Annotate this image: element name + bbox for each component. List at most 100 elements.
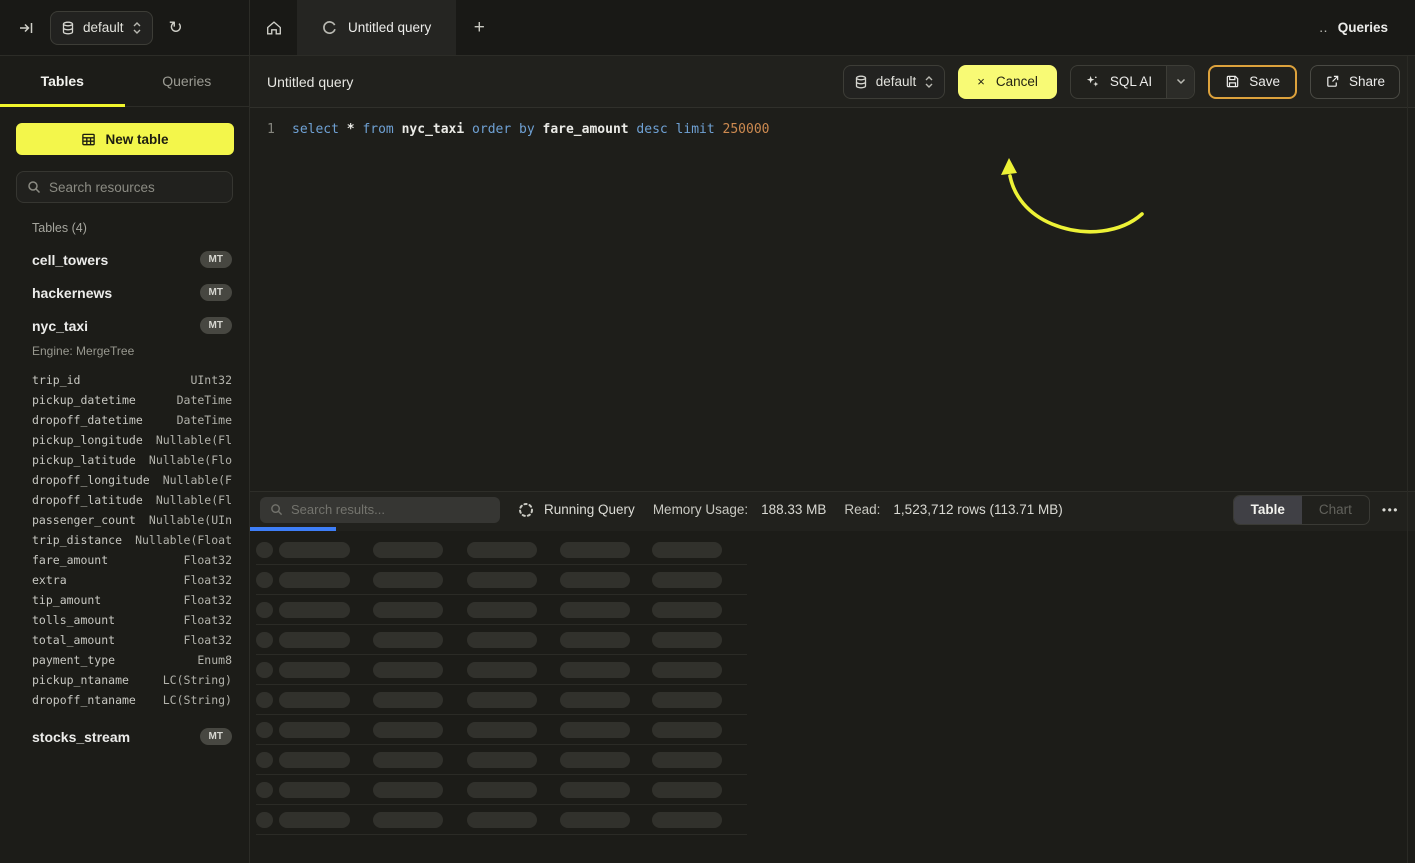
new-table-label: New table (105, 132, 168, 147)
column-row: dropoff_ntanameLC(String) (0, 690, 249, 710)
skeleton-cell (279, 752, 350, 768)
column-row: dropoff_latitudeNullable(Fl (0, 490, 249, 510)
query-title: Untitled query (267, 74, 353, 90)
skeleton-cell (279, 692, 350, 708)
skeleton-cell (652, 752, 722, 768)
table-item-stocks_stream[interactable]: stocks_streamMT (0, 720, 249, 753)
share-icon (1325, 74, 1340, 89)
column-row: passenger_countNullable(UIn (0, 510, 249, 530)
sidebar-search-input[interactable] (49, 180, 226, 195)
skeleton-cell (256, 782, 273, 798)
skeleton-cell (652, 692, 722, 708)
view-toggle-chart[interactable]: Chart (1302, 496, 1369, 524)
read-label: Read: (844, 502, 880, 517)
tab-untitled-query[interactable]: Untitled query (297, 0, 456, 55)
main-panel: Untitled query default × (250, 56, 1415, 863)
collapse-sidebar-button[interactable] (14, 16, 38, 40)
skeleton-cell (560, 812, 630, 828)
table-name: hackernews (32, 285, 112, 301)
skeleton-row (256, 655, 747, 685)
view-toggle-table[interactable]: Table (1234, 496, 1302, 524)
column-row: extraFloat32 (0, 570, 249, 590)
table-icon (81, 132, 96, 147)
skeleton-cell (652, 602, 722, 618)
queries-link[interactable]: ‥ Queries (1319, 0, 1415, 55)
skeleton-cell (256, 572, 273, 588)
column-type: Float32 (184, 553, 232, 567)
skeleton-cell (256, 542, 273, 558)
save-button[interactable]: Save (1208, 65, 1297, 99)
sql-ai-dropdown[interactable] (1166, 66, 1194, 98)
results-search-input[interactable] (291, 502, 490, 517)
skeleton-cell (279, 572, 350, 588)
sql-editor[interactable]: 1 select * from nyc_taxi order by fare_a… (250, 108, 1415, 491)
sidebar-tab-tables[interactable]: Tables (0, 56, 125, 106)
sql-token: 250000 (715, 122, 770, 137)
sidebar-tab-queries[interactable]: Queries (125, 56, 250, 106)
sidebar-tabs: Tables Queries (0, 56, 249, 107)
new-table-button[interactable]: New table (16, 123, 234, 155)
running-spinner-icon (518, 502, 534, 518)
code-line: 1 select * from nyc_taxi order by fare_a… (250, 108, 1415, 139)
results-search[interactable] (260, 497, 500, 523)
column-name: tolls_amount (32, 613, 115, 627)
queries-link-label: Queries (1338, 20, 1388, 35)
skeleton-row (256, 565, 747, 595)
loading-spinner-icon (322, 20, 337, 35)
table-item-nyc_taxi[interactable]: nyc_taxiMT (0, 309, 249, 342)
table-name: stocks_stream (32, 729, 130, 745)
save-label: Save (1249, 74, 1280, 89)
sql-ai-button[interactable]: SQL AI (1070, 65, 1195, 99)
sql-token: limit (668, 122, 715, 137)
sidebar-search[interactable] (16, 171, 233, 203)
table-item-cell_towers[interactable]: cell_towersMT (0, 243, 249, 276)
column-name: pickup_longitude (32, 433, 143, 447)
skeleton-cell (256, 752, 273, 768)
search-icon (270, 503, 283, 516)
sql-token: * (339, 122, 355, 137)
refresh-button[interactable]: ↻ (165, 14, 187, 42)
search-icon (27, 180, 41, 194)
column-row: pickup_datetimeDateTime (0, 390, 249, 410)
column-name: pickup_datetime (32, 393, 136, 407)
column-name: pickup_ntaname (32, 673, 129, 687)
skeleton-cell (652, 542, 722, 558)
share-button[interactable]: Share (1310, 65, 1400, 99)
column-row: dropoff_datetimeDateTime (0, 410, 249, 430)
sql-ai-main[interactable]: SQL AI (1071, 66, 1166, 98)
share-label: Share (1349, 74, 1385, 89)
refresh-icon: ↻ (169, 18, 183, 38)
table-name: cell_towers (32, 252, 108, 268)
new-tab-button[interactable]: + (456, 0, 502, 55)
home-button[interactable] (250, 0, 297, 55)
engine-badge: MT (200, 284, 232, 301)
column-type: Float32 (184, 593, 232, 607)
results-menu-button[interactable]: ••• (1382, 503, 1399, 517)
database-icon (854, 75, 868, 89)
memory-usage-label: Memory Usage: (653, 502, 748, 517)
column-row: tolls_amountFloat32 (0, 610, 249, 630)
skeleton-cell (560, 662, 630, 678)
table-item-hackernews[interactable]: hackernews MT (0, 276, 249, 309)
skeleton-cell (279, 722, 350, 738)
sql-token: select (292, 122, 339, 137)
skeleton-cell (279, 602, 350, 618)
skeleton-cell (467, 632, 537, 648)
skeleton-cell (279, 812, 350, 828)
sql-token: desc (629, 122, 668, 137)
skeleton-cell (279, 542, 350, 558)
skeleton-cell (467, 542, 537, 558)
cancel-button[interactable]: × Cancel (958, 65, 1057, 99)
skeleton-cell (373, 662, 443, 678)
sql-ai-label: SQL AI (1110, 74, 1152, 89)
column-name: passenger_count (32, 513, 136, 527)
database-selector-top[interactable]: default (50, 11, 153, 45)
skeleton-cell (560, 542, 630, 558)
skeleton-cell (373, 722, 443, 738)
engine-label: Engine: MergeTree (0, 342, 249, 364)
column-type: DateTime (177, 413, 232, 427)
tables-section-header: Tables (4) (32, 221, 249, 235)
line-number: 1 (267, 121, 281, 139)
database-selector-query[interactable]: default (843, 65, 946, 99)
sidebar-header: default ↻ (0, 0, 250, 55)
